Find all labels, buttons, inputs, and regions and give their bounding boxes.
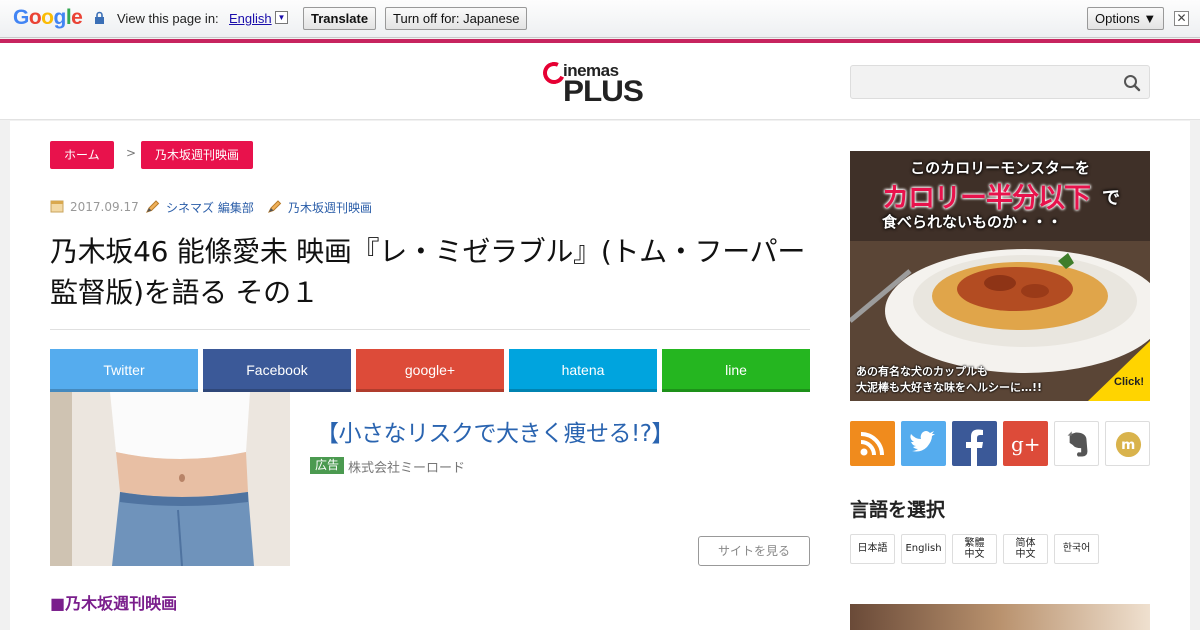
breadcrumb-category[interactable]: 乃木坂週刊映画	[141, 141, 254, 169]
turn-off-button[interactable]: Turn off for: Japanese	[385, 7, 528, 30]
banner-line-5: 大泥棒も大好きな味をヘルシーに…!!	[856, 381, 1043, 394]
pencil-icon	[146, 200, 160, 213]
share-line-button[interactable]: line	[662, 349, 810, 392]
ad-badge: 広告	[310, 457, 345, 474]
calendar-icon	[50, 200, 64, 213]
ad-photo	[50, 392, 290, 566]
svg-text:g+: g+	[1011, 432, 1041, 456]
banner-line-2b: で	[1102, 188, 1120, 209]
breadcrumb-separator: >	[126, 146, 137, 160]
mixi-icon[interactable]: m	[1105, 421, 1150, 466]
site-header: inemas PLUS	[0, 43, 1200, 120]
share-googleplus-button[interactable]: google+	[356, 349, 504, 392]
lang-zh-cn-line2: 中文	[1015, 549, 1036, 560]
ad-sponsor: 株式会社ミーロード	[348, 461, 466, 476]
translate-button[interactable]: Translate	[303, 7, 377, 30]
share-hatena-button[interactable]: hatena	[509, 349, 657, 392]
lang-ko-button[interactable]: 한국어	[1054, 534, 1099, 564]
article-title: 乃木坂46 能條愛未 映画『レ・ミゼラブル』(トム・フーパー監督版)を語る その…	[50, 235, 806, 309]
lang-en-button[interactable]: English	[901, 534, 946, 564]
search-icon[interactable]	[1123, 74, 1141, 92]
language-dropdown-icon[interactable]: ▼	[275, 11, 288, 24]
rss-icon[interactable]	[850, 421, 895, 466]
banner-click-label[interactable]: Click!	[1114, 376, 1144, 388]
section-heading: ■乃木坂週刊映画	[50, 594, 178, 613]
post-date-text: 2017.09.17	[70, 200, 139, 214]
search-box	[850, 65, 1150, 99]
lock-icon	[95, 11, 104, 24]
sidebar-ad-banner[interactable]: このカロリーモンスターを カロリー半分以下 で 食べられないものか・・・ あの有…	[850, 151, 1150, 401]
site-logo[interactable]: inemas PLUS	[539, 58, 644, 108]
lang-zh-tw-button[interactable]: 繁體 中文	[952, 534, 997, 564]
lang-zh-cn-button[interactable]: 简体 中文	[1003, 534, 1048, 564]
lang-zh-cn-line1: 简体	[1015, 538, 1036, 549]
banner-line-1: このカロリーモンスターを	[910, 159, 1090, 177]
banner-line-4: あの有名な犬のカップルも	[856, 365, 988, 378]
view-page-label: View this page in:	[117, 11, 219, 26]
pencil-icon	[268, 200, 282, 213]
close-icon[interactable]: ✕	[1174, 11, 1189, 26]
post-date: 2017.09.17	[50, 199, 139, 214]
google-logo: Google	[13, 6, 83, 29]
lang-zh-tw-line1: 繁體	[964, 538, 985, 549]
post-author-text[interactable]: シネマズ 編集部	[166, 201, 254, 215]
googleplus-icon[interactable]: g+	[1003, 421, 1048, 466]
share-facebook-button[interactable]: Facebook	[203, 349, 351, 392]
language-select-heading: 言語を選択	[850, 499, 946, 521]
facebook-icon[interactable]	[952, 421, 997, 466]
translate-bar: Google View this page in: English ▼ Tran…	[0, 0, 1200, 38]
title-divider	[50, 329, 810, 330]
language-select[interactable]: English	[229, 11, 272, 26]
lang-ja-button[interactable]: 日本語	[850, 534, 895, 564]
ad-visit-button[interactable]: サイトを見る	[698, 536, 810, 566]
ad-image[interactable]	[50, 392, 290, 566]
post-author[interactable]: シネマズ 編集部	[145, 199, 254, 216]
sidebar-image[interactable]	[850, 604, 1150, 630]
search-input[interactable]	[851, 66, 1111, 98]
svg-text:m: m	[1121, 437, 1135, 453]
banner-line-2: カロリー半分以下	[882, 183, 1091, 214]
post-tag-text[interactable]: 乃木坂週刊映画	[288, 201, 372, 215]
options-button[interactable]: Options ▼	[1087, 7, 1165, 30]
lang-zh-tw-line2: 中文	[964, 549, 985, 560]
logo-text-bottom: PLUS	[563, 75, 644, 108]
breadcrumb-home[interactable]: ホーム	[50, 141, 114, 169]
evernote-icon[interactable]	[1054, 421, 1099, 466]
twitter-icon[interactable]	[901, 421, 946, 466]
post-tag[interactable]: 乃木坂週刊映画	[267, 199, 372, 216]
ad-title[interactable]: 【小さなリスクで大きく痩せる!?】	[316, 414, 674, 448]
banner-line-3: 食べられないものか・・・	[882, 213, 1063, 231]
share-twitter-button[interactable]: Twitter	[50, 349, 198, 392]
